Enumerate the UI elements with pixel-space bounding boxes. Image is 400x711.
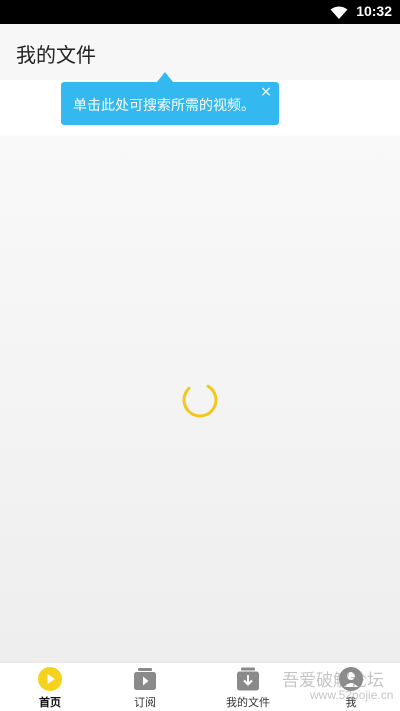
subscription-icon	[133, 667, 157, 691]
nav-label-subscriptions: 订阅	[134, 696, 156, 709]
content-area	[0, 80, 400, 662]
nav-item-my-files[interactable]: 我的文件	[198, 663, 298, 711]
loading-spinner-icon	[180, 380, 220, 420]
nav-item-me[interactable]: 我	[301, 663, 400, 711]
close-icon[interactable]: ×	[259, 85, 273, 99]
nav-item-home[interactable]: 首页	[0, 663, 100, 711]
tooltip-text: 单击此处可搜索所需的视频。	[73, 98, 255, 114]
status-bar: 10:32	[0, 0, 400, 24]
nav-item-subscriptions[interactable]: 订阅	[95, 663, 195, 711]
nav-label-my-files: 我的文件	[226, 696, 270, 709]
wifi-icon	[330, 5, 348, 24]
nav-label-home: 首页	[39, 696, 61, 709]
app-bar: 我的文件	[0, 24, 400, 80]
tooltip-arrow	[157, 72, 173, 82]
bottom-nav: 首页 订阅 我的文件 我	[0, 662, 400, 711]
search-hint-tooltip[interactable]: 单击此处可搜索所需的视频。 ×	[61, 72, 279, 125]
download-files-icon	[236, 667, 260, 691]
home-play-icon	[38, 667, 62, 691]
page-title: 我的文件	[16, 43, 96, 67]
status-time: 10:32	[356, 3, 392, 19]
profile-icon	[339, 667, 363, 691]
nav-label-me: 我	[345, 696, 357, 709]
